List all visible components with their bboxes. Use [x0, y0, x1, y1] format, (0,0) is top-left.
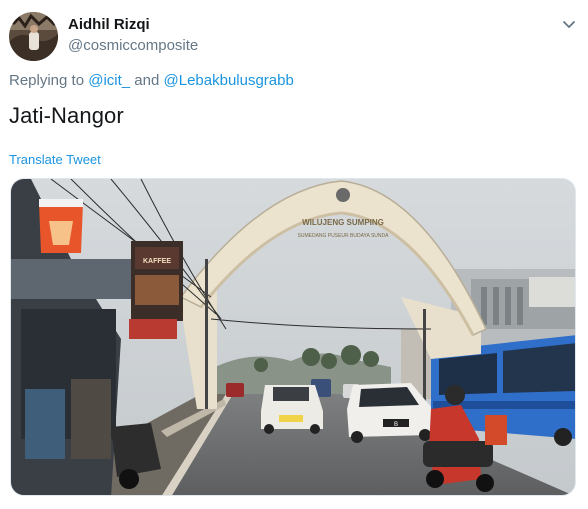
tweet-card: Aidhil Rizqi @cosmiccomposite Replying t… — [0, 0, 588, 509]
tweet-text: Jati-Nangor — [9, 103, 124, 128]
arch-text-line1: WILUJENG SUMPING — [302, 218, 384, 227]
reply-mention-lebakbulus[interactable]: @Lebakbulusgrabb — [164, 72, 294, 89]
chevron-down-icon[interactable] — [559, 14, 579, 34]
replying-prefix: Replying to — [9, 72, 89, 89]
reply-mention-icit[interactable]: @icit_ — [88, 72, 130, 89]
arch-text-line2: SUMEDANG PUSEUR BUDAYA SUNDA — [298, 233, 390, 239]
replying-to: Replying to @icit_ and @Lebakbulusgrabb — [9, 72, 294, 89]
translate-tweet-link[interactable]: Translate Tweet — [9, 152, 101, 167]
avatar[interactable] — [9, 12, 58, 61]
plate-text: B — [394, 422, 398, 428]
tweet-photo[interactable]: WILUJENG SUMPING SUMEDANG PUSEUR BUDAYA … — [10, 178, 576, 496]
reply-and: and — [130, 72, 164, 89]
shop-sign-text: KAFFEE — [143, 258, 171, 265]
author-name[interactable]: Aidhil Rizqi — [68, 16, 150, 33]
author-handle[interactable]: @cosmiccomposite — [68, 37, 198, 54]
